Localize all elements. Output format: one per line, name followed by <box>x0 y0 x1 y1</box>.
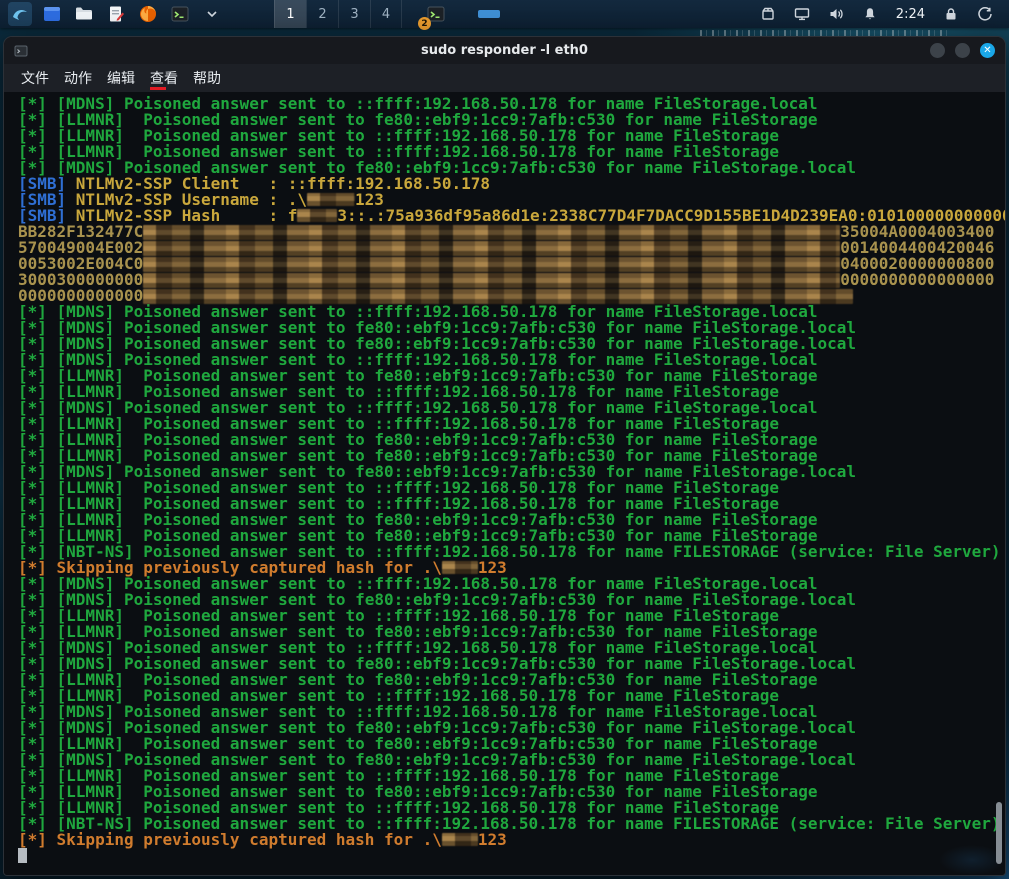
taskbar-window-strip[interactable] <box>478 10 500 18</box>
terminal-window: sudo responder -l eth0 ✕ 文件动作编辑查看帮助 [*] … <box>3 36 1006 876</box>
redacted-region <box>143 289 853 304</box>
redacted-region <box>143 257 840 272</box>
window-icon <box>14 44 28 58</box>
redacted-region <box>307 193 355 206</box>
top-panel: 1234 2 <box>0 0 1009 28</box>
clock[interactable]: 2:24 <box>896 7 925 22</box>
taskbar-terminal-button[interactable]: 2 <box>424 2 448 26</box>
redacted-region <box>297 209 337 222</box>
menu-item-0[interactable]: 文件 <box>20 66 50 90</box>
maximize-button[interactable] <box>955 43 970 58</box>
terminal-text: [*] Skipping previously captured hash fo… <box>18 830 442 849</box>
terminal-cursor <box>18 848 27 863</box>
firefox-icon[interactable] <box>136 2 160 26</box>
redacted-region <box>143 225 840 240</box>
terminal-line: 0000000000000 <box>18 288 1005 304</box>
package-icon[interactable] <box>760 6 776 22</box>
lock-screen-icon[interactable] <box>943 6 959 22</box>
redacted-region <box>442 561 478 574</box>
close-button[interactable]: ✕ <box>980 43 995 58</box>
window-title: sudo responder -l eth0 <box>4 43 1005 58</box>
terminal-icon[interactable] <box>168 2 192 26</box>
desktop: { "panel": { "left_icons": ["kali-menu",… <box>0 0 1009 879</box>
terminal-text: 123 <box>478 830 507 849</box>
terminal-line: [*] Skipping previously captured hash fo… <box>18 832 1005 848</box>
menu-item-2[interactable]: 编辑 <box>106 66 136 90</box>
terminal-output[interactable]: [*] [MDNS] Poisoned answer sent to ::fff… <box>4 92 1005 875</box>
redacted-region <box>143 273 840 288</box>
window-titlebar[interactable]: sudo responder -l eth0 ✕ <box>4 37 1005 64</box>
scrollbar-thumb[interactable] <box>996 802 1002 864</box>
display-icon[interactable] <box>794 6 810 22</box>
terminal-line: 30003000000000000000000000000 <box>18 272 1005 288</box>
window-app-icon[interactable] <box>40 2 64 26</box>
menu-accent-mark <box>150 87 166 90</box>
logout-icon[interactable] <box>977 6 993 22</box>
workspace-switcher: 1234 <box>274 0 402 28</box>
terminal-line <box>18 848 1005 864</box>
redacted-region <box>143 241 840 256</box>
workspace-2[interactable]: 2 <box>306 0 338 28</box>
notifications-bell-icon[interactable] <box>862 6 878 22</box>
workspace-3[interactable]: 3 <box>338 0 370 28</box>
menu-bar: 文件动作编辑查看帮助 <box>4 64 1005 92</box>
kali-menu-icon[interactable] <box>8 2 32 26</box>
text-editor-icon[interactable] <box>104 2 128 26</box>
redacted-region <box>442 833 478 846</box>
menu-item-1[interactable]: 动作 <box>63 66 93 90</box>
window-count-badge: 2 <box>418 17 431 30</box>
volume-icon[interactable] <box>828 6 844 22</box>
system-tray: 2:24 <box>760 6 999 22</box>
menu-item-4[interactable]: 帮助 <box>192 66 222 90</box>
workspace-4[interactable]: 4 <box>370 0 402 28</box>
minimize-button[interactable] <box>930 43 945 58</box>
workspace-1[interactable]: 1 <box>274 0 306 28</box>
terminal-dropdown-icon[interactable] <box>200 2 224 26</box>
terminal-text: 0000000000000000 <box>840 270 994 289</box>
scrollbar[interactable] <box>995 93 1004 872</box>
file-manager-icon[interactable] <box>72 2 96 26</box>
